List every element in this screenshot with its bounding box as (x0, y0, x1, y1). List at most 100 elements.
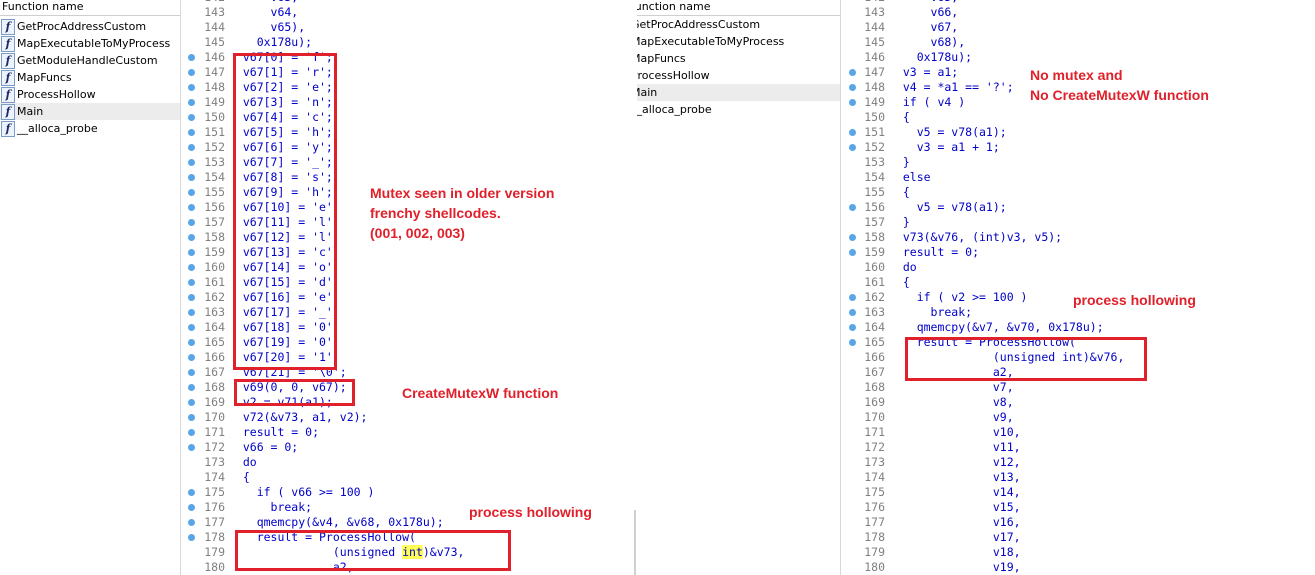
code-line[interactable]: 150 { (841, 110, 1315, 125)
code-line[interactable]: 145 v68), (841, 35, 1315, 50)
mutex-string-highlight-box (233, 53, 337, 370)
code-line[interactable]: 175 if ( v66 >= 100 ) (181, 485, 636, 500)
code-text: result = 0; (229, 425, 320, 439)
code-line[interactable]: 155 { (841, 185, 1315, 200)
function-icon: f (1, 70, 15, 86)
function-list-item[interactable]: f MapFuncs (0, 69, 180, 86)
line-number: 157 (864, 215, 885, 229)
code-line[interactable]: 176 v15, (841, 500, 1315, 515)
code-line[interactable]: 153 } (841, 155, 1315, 170)
no-mutex-note-line-1: No mutex and (1030, 67, 1123, 83)
line-number: 160 (204, 260, 225, 274)
line-number: 180 (204, 560, 225, 574)
function-icon: f (1, 19, 15, 35)
function-list-item[interactable]: MapFuncs (637, 50, 840, 67)
line-number: 165 (204, 335, 225, 349)
function-list-item[interactable]: f GetModuleHandleCustom (0, 52, 180, 69)
code-line[interactable]: 169 v8, (841, 395, 1315, 410)
function-name: MapFuncs (17, 71, 72, 84)
line-number: 173 (864, 455, 885, 469)
line-number: 168 (204, 380, 225, 394)
code-line[interactable]: 180 v19, (841, 560, 1315, 575)
function-list-item[interactable]: f GetProcAddressCustom (0, 18, 180, 35)
function-list-item[interactable]: f Main (0, 103, 180, 120)
function-icon: f (1, 121, 15, 137)
code-line[interactable]: 173 do (181, 455, 636, 470)
code-line[interactable]: 168 v7, (841, 380, 1315, 395)
line-number: 155 (864, 185, 885, 199)
code-text: } (889, 215, 910, 229)
code-line[interactable]: 177 v16, (841, 515, 1315, 530)
code-line[interactable]: 164 qmemcpy(&v7, &v70, 0x178u); (841, 320, 1315, 335)
code-text: v3 = a1 + 1; (889, 140, 1000, 154)
code-text: v7, (889, 380, 1014, 394)
line-number: 144 (864, 20, 885, 34)
line-number: 159 (204, 245, 225, 259)
function-list-item[interactable]: f MapExecutableToMyProcess (0, 35, 180, 52)
line-number: 156 (204, 200, 225, 214)
code-line[interactable]: 170 v72(&v73, a1, v2); (181, 410, 636, 425)
code-line[interactable]: 145 0x178u); (181, 35, 636, 50)
code-line[interactable]: 143 v64, (181, 5, 636, 20)
code-line[interactable]: 170 v9, (841, 410, 1315, 425)
function-list-item[interactable]: f ProcessHollow (0, 86, 180, 103)
mutex-note: Mutex seen in older version frenchy shel… (370, 183, 554, 243)
code-line[interactable]: 159 result = 0; (841, 245, 1315, 260)
code-line[interactable]: 154 else (841, 170, 1315, 185)
line-number: 157 (204, 215, 225, 229)
code-text: if ( v4 ) (889, 95, 966, 109)
function-list-item[interactable]: MapExecutableToMyProcess (637, 33, 840, 50)
code-text: result = 0; (889, 245, 980, 259)
mutex-note-line-2: frenchy shellcodes. (370, 205, 501, 221)
function-list-item[interactable]: GetProcAddressCustom (637, 16, 840, 33)
code-line[interactable]: 179 v18, (841, 545, 1315, 560)
line-number: 158 (204, 230, 225, 244)
code-line[interactable]: 143 v66, (841, 5, 1315, 20)
line-number: 172 (204, 440, 225, 454)
code-text: v11, (889, 440, 1021, 454)
line-number: 156 (864, 200, 885, 214)
code-line[interactable]: 174 { (181, 470, 636, 485)
code-line[interactable]: 171 result = 0; (181, 425, 636, 440)
code-line[interactable]: 173 v12, (841, 455, 1315, 470)
code-line[interactable]: 157 } (841, 215, 1315, 230)
line-number: 145 (864, 35, 885, 49)
code-line[interactable]: 172 v11, (841, 440, 1315, 455)
code-text: v10, (889, 425, 1021, 439)
function-name: ProcessHollow (17, 88, 96, 101)
code-text: do (229, 455, 257, 469)
left-function-list: Function name f GetProcAddressCustom f MapE… (0, 0, 181, 575)
left-process-hollow-highlight-box (235, 530, 511, 571)
code-line[interactable]: 161 { (841, 275, 1315, 290)
line-number: 166 (864, 350, 885, 364)
code-line[interactable]: 160 do (841, 260, 1315, 275)
code-line[interactable]: 151 v5 = v78(a1); (841, 125, 1315, 140)
code-line[interactable]: 158 v73(&v76, (int)v3, v5); (841, 230, 1315, 245)
code-line[interactable]: 172 v66 = 0; (181, 440, 636, 455)
line-number: 147 (864, 65, 885, 79)
line-number: 164 (204, 320, 225, 334)
code-line[interactable]: 144 v65), (181, 20, 636, 35)
code-line[interactable]: 144 v67, (841, 20, 1315, 35)
code-text: { (889, 275, 910, 289)
function-name: GetProcAddressCustom (637, 18, 761, 31)
line-number: 155 (204, 185, 225, 199)
code-line[interactable]: 146 0x178u); (841, 50, 1315, 65)
code-line[interactable]: 152 v3 = a1 + 1; (841, 140, 1315, 155)
line-number: 146 (204, 50, 225, 64)
function-list-item[interactable]: __alloca_probe (637, 101, 840, 118)
code-line[interactable]: 178 v17, (841, 530, 1315, 545)
code-line[interactable]: 174 v13, (841, 470, 1315, 485)
code-line[interactable]: 171 v10, (841, 425, 1315, 440)
code-line[interactable]: 175 v14, (841, 485, 1315, 500)
code-text: do (889, 260, 917, 274)
code-text: v18, (889, 545, 1021, 559)
function-list-item[interactable]: ProcessHollow (637, 67, 840, 84)
function-list-item[interactable]: Main (637, 84, 840, 101)
left-pane-scrollbar[interactable] (634, 510, 636, 575)
right-process-hollowing-note: process hollowing (1073, 292, 1196, 308)
line-number: 143 (204, 5, 225, 19)
code-line[interactable]: 156 v5 = v78(a1); (841, 200, 1315, 215)
function-list-item[interactable]: f __alloca_probe (0, 120, 180, 137)
right-process-hollow-highlight-box (905, 337, 1147, 381)
